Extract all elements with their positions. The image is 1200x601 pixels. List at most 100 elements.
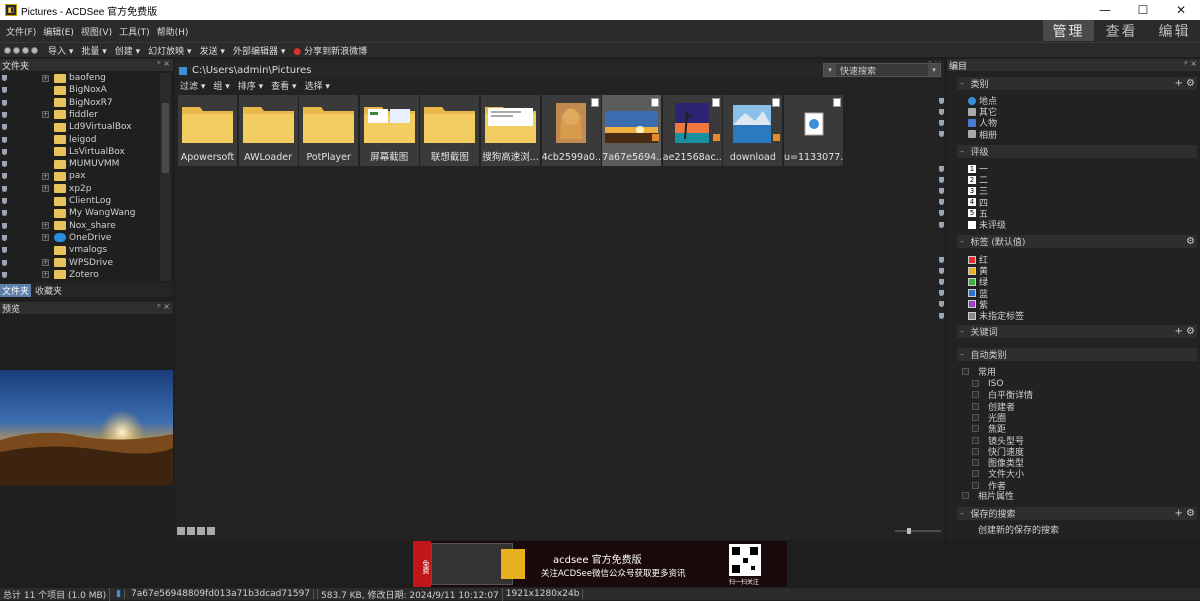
expand-toggle[interactable]: + — [42, 185, 49, 193]
add-gear-icon[interactable]: + ⚙ — [1174, 508, 1195, 519]
thumbnail-item[interactable]: AWLoader — [238, 95, 298, 166]
rating-item[interactable]: 未评级 — [939, 219, 1006, 231]
collapse-icon[interactable]: – — [960, 350, 965, 360]
folder-tree-scrollbar[interactable] — [160, 73, 171, 281]
quick-search[interactable]: ▾ 快速搜索 ▾ — [823, 63, 941, 77]
import-button[interactable]: 导入 ▾ — [48, 44, 73, 57]
current-path[interactable]: C:\Users\admin\Pictures — [192, 65, 832, 76]
create-saved-search[interactable]: 创建新的保存的搜索 — [978, 524, 1059, 536]
expand-toggle[interactable] — [962, 492, 969, 499]
photo-properties-item[interactable]: 相片属性 — [962, 490, 1014, 502]
folder-item[interactable]: + xp2p — [0, 183, 160, 195]
nav-up-icon[interactable] — [22, 46, 29, 54]
collapse-icon[interactable]: – — [960, 79, 965, 89]
add-gear-icon[interactable]: + ⚙ — [1174, 326, 1195, 337]
create-button[interactable]: 创建 ▾ — [115, 44, 140, 57]
expand-toggle[interactable] — [972, 470, 979, 478]
group-menu[interactable]: 组 ▾ — [213, 79, 229, 92]
expand-toggle[interactable] — [972, 413, 979, 421]
thumbnail-item[interactable]: 7a67e5694... — [602, 95, 662, 166]
saved-search-header[interactable]: – 保存的搜索 + ⚙ — [957, 507, 1197, 520]
nav-back-icon[interactable] — [4, 46, 11, 54]
view-menu[interactable]: 查看 ▾ — [271, 79, 296, 92]
tab-folders[interactable]: 文件夹 — [0, 283, 32, 297]
pin-close-icon[interactable]: ᵖ × — [1184, 59, 1197, 68]
thumbnail-item[interactable]: ae21568ac... — [662, 95, 722, 166]
tile-view-icon[interactable] — [207, 527, 215, 535]
folder-item[interactable]: + OneDrive — [0, 232, 160, 244]
mode-manage[interactable]: 管理 — [1043, 20, 1094, 41]
folder-item[interactable]: MUMUVMM — [0, 158, 160, 170]
menu-view[interactable]: 视图(V) — [81, 25, 112, 38]
expand-toggle[interactable]: + — [42, 172, 49, 180]
folder-item[interactable]: + pax — [0, 170, 160, 182]
labels-header[interactable]: – 标签 (默认值) ⚙ — [957, 235, 1197, 248]
thumbnail-item[interactable]: 搜狗高速浏... — [481, 95, 540, 166]
quick-search-input[interactable]: 快速搜索 — [840, 64, 928, 77]
collapse-icon[interactable]: – — [960, 237, 965, 247]
folder-item[interactable]: LsVirtualBox — [0, 146, 160, 158]
expand-toggle[interactable]: + — [42, 111, 49, 119]
menu-help[interactable]: 帮助(H) — [157, 25, 189, 38]
thumbnail-view-icon[interactable] — [177, 527, 185, 535]
close-button[interactable]: ✕ — [1162, 0, 1200, 20]
category-item[interactable]: 相册 — [939, 129, 997, 141]
expand-toggle[interactable]: + — [42, 259, 49, 266]
batch-button[interactable]: 批量 ▾ — [81, 44, 106, 57]
menu-edit[interactable]: 编辑(E) — [43, 25, 74, 38]
menu-tools[interactable]: 工具(T) — [119, 25, 150, 38]
expand-toggle[interactable] — [972, 391, 979, 399]
folder-item[interactable]: Ld9VirtualBox — [0, 121, 160, 133]
collapse-icon[interactable]: – — [960, 509, 965, 519]
folder-item[interactable]: vmalogs — [0, 244, 160, 256]
thumbnail-item[interactable]: PotPlayer — [299, 95, 359, 166]
expand-toggle[interactable] — [972, 402, 979, 410]
folder-item[interactable]: + WPSDrive — [0, 257, 160, 269]
expand-toggle[interactable] — [972, 425, 979, 433]
auto-group[interactable]: 常用 — [962, 366, 996, 378]
auto-categories-header[interactable]: – 自动类别 — [957, 348, 1197, 361]
folder-item[interactable]: BigNoxR7 — [0, 97, 160, 109]
category-header[interactable]: – 类别 + ⚙ — [957, 77, 1197, 90]
expand-toggle[interactable] — [972, 380, 979, 387]
nav-forward-icon[interactable] — [13, 46, 20, 54]
label-item[interactable]: 未指定标签 — [939, 310, 1024, 322]
pin-close-icon[interactable]: ᵖ × — [157, 59, 170, 68]
thumbnail-item[interactable]: 联想截图 — [420, 95, 480, 166]
list-view-icon[interactable] — [197, 527, 205, 535]
menu-file[interactable]: 文件(F) — [6, 25, 36, 38]
maximize-button[interactable]: ☐ — [1124, 0, 1162, 20]
thumbnail-size-slider[interactable] — [893, 527, 943, 535]
select-menu[interactable]: 选择 ▾ — [305, 79, 330, 92]
folder-item[interactable]: My WangWang — [0, 207, 160, 219]
ad-banner[interactable]: 免费 acdsee 官方免费版 关注ACDSee微信公众号获取更多资讯 扫一扫关… — [413, 541, 787, 587]
expand-toggle[interactable] — [972, 447, 979, 455]
weibo-share-button[interactable]: ● 分享到新浪微博 — [293, 44, 367, 57]
folder-item[interactable]: + Nox_share — [0, 220, 160, 232]
expand-toggle[interactable]: + — [42, 234, 49, 242]
add-gear-icon[interactable]: + ⚙ — [1174, 78, 1195, 89]
expand-toggle[interactable] — [972, 459, 979, 467]
collapse-toggle[interactable] — [962, 368, 969, 375]
thumbnail-item[interactable]: Apowersoft — [178, 95, 237, 166]
minimize-button[interactable]: — — [1086, 0, 1124, 20]
folder-item[interactable]: ClientLog — [0, 195, 160, 207]
expand-toggle[interactable]: + — [42, 222, 49, 230]
rating-header[interactable]: – 评级 — [957, 145, 1197, 158]
tab-favorites[interactable]: 收藏夹 — [33, 284, 64, 297]
mode-view[interactable]: 查看 — [1096, 20, 1147, 41]
pin-close-icon[interactable]: ᵖ × — [157, 302, 170, 311]
mode-edit[interactable]: 编辑 — [1149, 20, 1200, 41]
thumbnail-item[interactable]: 屏幕截图 — [359, 95, 419, 166]
expand-toggle[interactable] — [972, 481, 979, 489]
expand-toggle[interactable] — [972, 436, 979, 444]
add-gear-icon[interactable]: ⚙ — [1186, 236, 1195, 247]
folder-item[interactable]: leigod — [0, 134, 160, 146]
thumbnail-item[interactable]: download — [723, 95, 783, 166]
filter-menu[interactable]: 过滤 ▾ — [180, 79, 205, 92]
folder-item[interactable]: BigNoxA — [0, 84, 160, 96]
collapse-icon[interactable]: – — [960, 147, 965, 157]
details-view-icon[interactable] — [187, 527, 195, 535]
folder-item[interactable]: + fiddler — [0, 109, 160, 121]
folder-item[interactable]: + Zotero — [0, 269, 160, 281]
